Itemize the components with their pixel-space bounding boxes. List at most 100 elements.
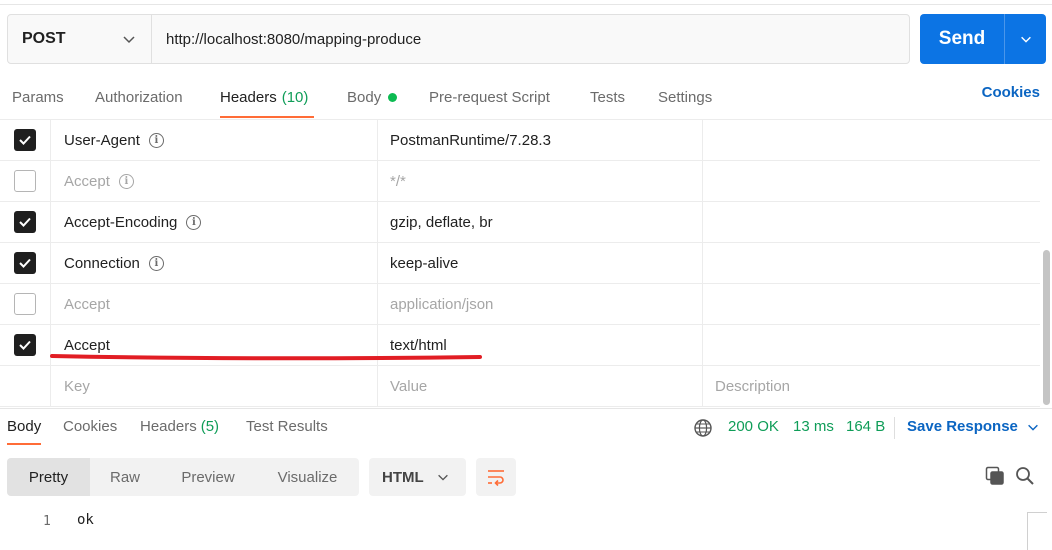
send-options-button[interactable]	[1005, 14, 1046, 64]
header-value[interactable]: keep-alive	[378, 243, 703, 283]
tab-label: Params	[12, 88, 64, 106]
mode-pretty[interactable]: Pretty	[7, 458, 90, 496]
header-key[interactable]: Accept	[51, 284, 378, 324]
header-description[interactable]	[703, 243, 1040, 283]
format-select[interactable]: HTML	[369, 458, 466, 496]
globe-icon[interactable]	[693, 418, 713, 438]
new-description-input[interactable]: Description	[703, 366, 1040, 406]
top-border	[0, 4, 1052, 5]
value-text: gzip, deflate, br	[390, 213, 493, 231]
mode-preview[interactable]: Preview	[160, 458, 256, 496]
key-text: Accept-Encoding	[64, 213, 178, 231]
header-checkbox[interactable]	[14, 252, 36, 274]
header-key[interactable]: Connection i	[51, 243, 378, 283]
tab-authorization[interactable]: Authorization	[95, 80, 183, 114]
header-value[interactable]: application/json	[378, 284, 703, 324]
key-text: Accept	[64, 336, 110, 354]
response-tab-headers[interactable]: Headers (5)	[140, 418, 219, 435]
url-text: http://localhost:8080/mapping-produce	[166, 30, 422, 48]
annotation-underline	[50, 354, 482, 361]
header-checkbox[interactable]	[14, 293, 36, 315]
method-label: POST	[22, 30, 66, 47]
active-tab-indicator	[7, 443, 42, 445]
code-text[interactable]: ok	[77, 512, 94, 528]
info-icon[interactable]: i	[186, 214, 202, 230]
mode-visualize[interactable]: Visualize	[256, 458, 359, 496]
info-icon[interactable]: i	[118, 173, 134, 189]
header-value[interactable]: PostmanRuntime/7.28.3	[378, 120, 703, 160]
check-icon	[19, 135, 31, 145]
checkbox-cell	[0, 202, 51, 242]
checkbox-cell	[0, 366, 51, 406]
checkbox-cell	[0, 325, 51, 365]
description-placeholder: Description	[715, 377, 791, 395]
header-row: Connection i keep-alive	[0, 243, 1040, 284]
info-icon[interactable]: i	[148, 255, 164, 271]
status-code[interactable]: 200 OK	[728, 418, 779, 435]
header-key[interactable]: User-Agent i	[51, 120, 378, 160]
tab-label: Body	[7, 418, 42, 435]
tab-headers[interactable]: Headers (10)	[220, 80, 315, 118]
new-key-input[interactable]: Key	[51, 366, 378, 406]
tab-label: Authorization	[95, 88, 183, 106]
save-response-button[interactable]: Save Response	[907, 418, 1040, 435]
response-tab-test-results[interactable]: Test Results	[246, 418, 328, 435]
request-tabs: Params Authorization Headers (10) Body P…	[0, 80, 1052, 118]
wrap-lines-icon	[488, 470, 504, 487]
checkbox-cell	[0, 161, 51, 201]
response-divider	[0, 408, 1052, 409]
header-row: User-Agent i PostmanRuntime/7.28.3	[0, 120, 1040, 161]
tab-pre-request-script[interactable]: Pre-request Script	[429, 80, 550, 114]
mode-raw[interactable]: Raw	[90, 458, 160, 496]
editor-minimap-edge	[1027, 512, 1047, 550]
header-row: Accept-Encoding i gzip, deflate, br	[0, 202, 1040, 243]
header-checkbox[interactable]	[14, 129, 36, 151]
method-select[interactable]: POST	[8, 15, 152, 63]
header-row: Accept i */*	[0, 161, 1040, 202]
headers-table: User-Agent i PostmanRuntime/7.28.3 Accept…	[0, 119, 1052, 408]
tab-body[interactable]: Body	[347, 80, 398, 114]
response-size[interactable]: 164 B	[846, 418, 885, 435]
response-time[interactable]: 13 ms	[793, 418, 834, 435]
header-checkbox[interactable]	[14, 170, 36, 192]
new-value-input[interactable]: Value	[378, 366, 703, 406]
header-checkbox[interactable]	[14, 211, 36, 233]
url-input[interactable]: http://localhost:8080/mapping-produce	[152, 15, 909, 63]
value-text: PostmanRuntime/7.28.3	[390, 131, 551, 149]
info-icon[interactable]: i	[148, 132, 164, 148]
format-label: HTML	[382, 468, 424, 486]
checkbox-cell	[0, 120, 51, 160]
send-button[interactable]: Send	[920, 14, 1004, 64]
header-description[interactable]	[703, 161, 1040, 201]
body-indicator-dot	[388, 92, 398, 102]
tab-settings[interactable]: Settings	[658, 80, 712, 114]
header-description[interactable]	[703, 120, 1040, 160]
checkbox-cell	[0, 243, 51, 283]
header-description[interactable]	[703, 325, 1040, 365]
active-tab-indicator	[220, 116, 315, 118]
header-value[interactable]: */*	[378, 161, 703, 201]
tab-tests[interactable]: Tests	[590, 80, 625, 114]
tab-label: Settings	[658, 88, 713, 106]
headers-count: (10)	[281, 88, 309, 106]
header-checkbox[interactable]	[14, 334, 36, 356]
tab-label: Tests	[590, 88, 626, 106]
header-value[interactable]: gzip, deflate, br	[378, 202, 703, 242]
header-key[interactable]: Accept i	[51, 161, 378, 201]
chevron-down-icon	[1028, 424, 1038, 431]
header-description[interactable]	[703, 284, 1040, 324]
copy-icon[interactable]	[985, 466, 1005, 486]
response-tab-cookies[interactable]: Cookies	[63, 418, 117, 435]
header-key[interactable]: Accept-Encoding i	[51, 202, 378, 242]
response-tab-body[interactable]: Body	[7, 418, 42, 445]
tab-label: Headers	[220, 88, 277, 106]
header-description[interactable]	[703, 202, 1040, 242]
search-icon[interactable]	[1015, 466, 1035, 486]
chevron-down-icon	[438, 474, 448, 481]
chevron-down-icon	[1020, 36, 1031, 43]
tab-params[interactable]: Params	[12, 80, 64, 114]
table-scrollbar[interactable]	[1043, 250, 1050, 405]
checkbox-cell	[0, 284, 51, 324]
cookies-link[interactable]: Cookies	[982, 84, 1040, 101]
wrap-lines-button[interactable]	[476, 458, 516, 496]
